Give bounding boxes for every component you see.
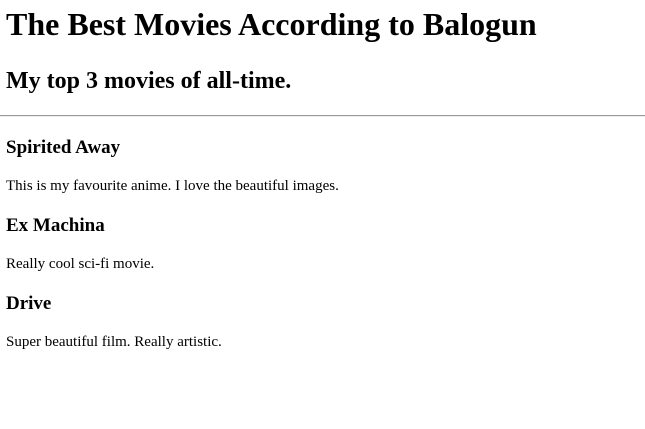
movie-title: Spirited Away [6, 137, 121, 158]
divider [0, 115, 645, 117]
movie-item: Ex Machina Really cool sci-fi movie. [6, 215, 639, 273]
movie-list: Spirited Away This is my favourite anime… [6, 137, 639, 351]
movie-description: Super beautiful film. Really artistic. [6, 334, 222, 350]
movie-description: This is my favourite anime. I love the b… [6, 178, 339, 194]
page-content: The Best Movies According to Balogun My … [0, 5, 645, 351]
movie-title: Ex Machina [6, 215, 105, 236]
movie-item: Drive Super beautiful film. Really artis… [6, 293, 639, 351]
page-title: The Best Movies According to Balogun [6, 6, 537, 42]
movie-item: Spirited Away This is my favourite anime… [6, 137, 639, 195]
movie-title: Drive [6, 293, 52, 314]
page-subtitle: My top 3 movies of all-time. [6, 68, 292, 94]
movie-description: Really cool sci-fi movie. [6, 256, 155, 272]
